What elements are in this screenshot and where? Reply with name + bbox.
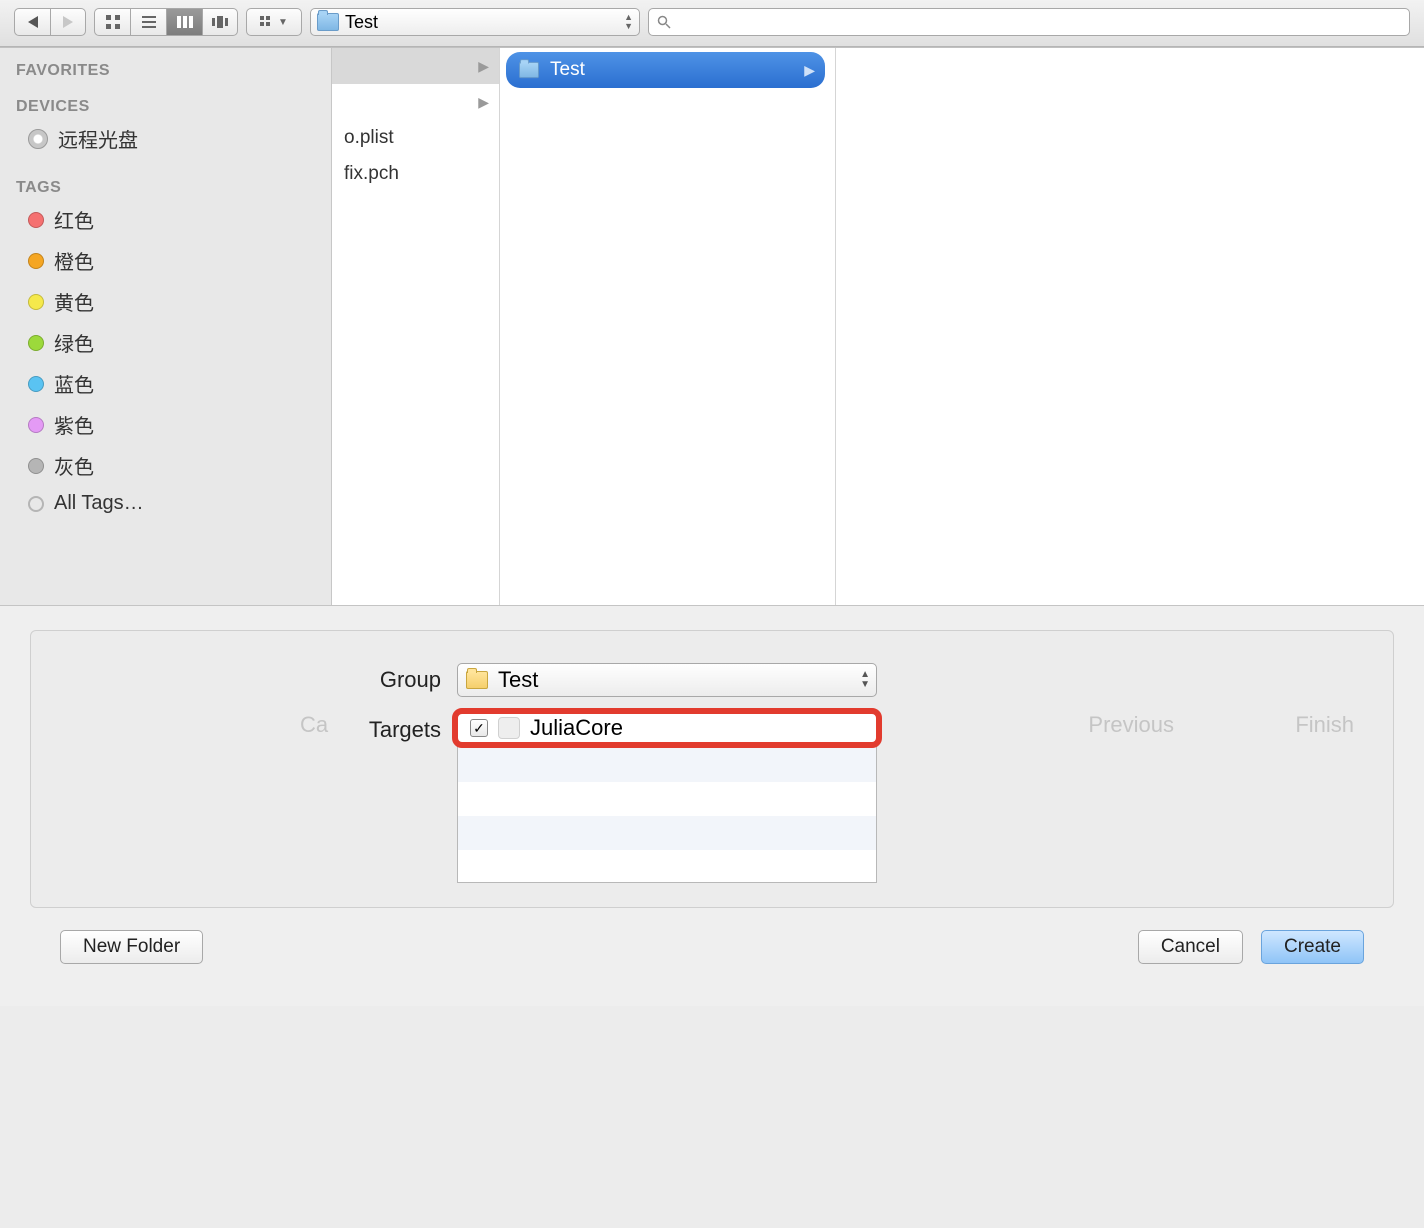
options-card: Group Test ▲▼ Targets ✓ JuliaCore — [30, 630, 1394, 908]
tags-header: TAGS — [0, 173, 331, 199]
checkbox-icon[interactable]: ✓ — [470, 719, 488, 737]
forward-button[interactable] — [50, 8, 86, 36]
grid-icon — [106, 15, 120, 29]
column-2: Test ▶ — [500, 48, 836, 605]
table-row — [458, 782, 876, 816]
sidebar-tag-item[interactable]: 黄色 — [0, 281, 331, 322]
new-folder-button[interactable]: New Folder — [60, 930, 203, 964]
sidebar-tag-item[interactable]: 灰色 — [0, 445, 331, 486]
create-button[interactable]: Create — [1261, 930, 1364, 964]
tag-label: 红色 — [54, 205, 94, 234]
all-tags-icon — [28, 496, 44, 512]
back-button[interactable] — [14, 8, 50, 36]
list-item[interactable]: ▶ — [332, 48, 499, 84]
column-3 — [836, 48, 1424, 605]
tag-dot-icon — [28, 212, 44, 228]
list-item[interactable]: o.plist — [332, 120, 499, 156]
table-row — [458, 748, 876, 782]
footer: New Folder Cancel Create — [30, 908, 1394, 994]
tag-dot-icon — [28, 294, 44, 310]
columns-icon — [177, 16, 193, 28]
sidebar-item-all-tags[interactable]: All Tags… — [0, 486, 331, 521]
product-icon — [498, 717, 520, 739]
tag-dot-icon — [28, 335, 44, 351]
group-row: Group Test ▲▼ — [71, 663, 1353, 697]
path-label: Test — [345, 12, 378, 33]
chevron-right-icon: ▶ — [478, 94, 489, 111]
tag-dot-icon — [28, 376, 44, 392]
list-item-selected[interactable]: Test ▶ — [506, 52, 825, 88]
tag-label: 紫色 — [54, 410, 94, 439]
list-item[interactable]: ▶ — [332, 84, 499, 120]
file-browser: FAVORITES DEVICES 远程光盘 TAGS 红色橙色黄色绿色蓝色紫色… — [0, 47, 1424, 605]
chevron-right-icon: ▶ — [478, 58, 489, 75]
chevron-right-icon: ▶ — [804, 62, 815, 79]
icon-view-button[interactable] — [94, 8, 130, 36]
tag-label: 绿色 — [54, 328, 94, 357]
chevron-down-icon: ▼ — [278, 17, 288, 28]
cancel-button[interactable]: Cancel — [1138, 930, 1243, 964]
tag-label: 橙色 — [54, 246, 94, 275]
tag-dot-icon — [28, 417, 44, 433]
tag-dot-icon — [28, 458, 44, 474]
options-panel: Ca Previous Finish Group Test ▲▼ Targets… — [0, 605, 1424, 1006]
column-view-button[interactable] — [166, 8, 202, 36]
search-icon — [657, 15, 671, 29]
updown-icon: ▲▼ — [624, 13, 633, 31]
nav-buttons — [14, 8, 86, 36]
all-tags-label: All Tags… — [54, 492, 144, 515]
tag-dot-icon — [28, 253, 44, 269]
toolbar: ▼ Test ▲▼ — [0, 0, 1424, 47]
device-label: 远程光盘 — [58, 124, 138, 153]
targets-label: Targets — [71, 713, 441, 743]
group-label: Group — [71, 663, 441, 693]
ghost-previous-text: Previous — [1088, 712, 1174, 738]
search-input[interactable] — [648, 8, 1410, 36]
folder-icon — [317, 13, 339, 31]
tag-label: 黄色 — [54, 287, 94, 316]
devices-header: DEVICES — [0, 92, 331, 118]
target-label: JuliaCore — [530, 715, 623, 741]
list-item[interactable]: fix.pch — [332, 156, 499, 192]
disc-icon — [28, 129, 48, 149]
updown-icon: ▲▼ — [860, 670, 870, 690]
sidebar: FAVORITES DEVICES 远程光盘 TAGS 红色橙色黄色绿色蓝色紫色… — [0, 48, 332, 605]
arrange-button[interactable]: ▼ — [246, 8, 302, 36]
folder-name: Test — [550, 59, 585, 81]
coverflow-icon — [212, 16, 228, 28]
sidebar-tag-item[interactable]: 橙色 — [0, 240, 331, 281]
sidebar-item-remote-disc[interactable]: 远程光盘 — [0, 118, 331, 159]
ghost-cancel-text: Ca — [300, 712, 328, 738]
favorites-header: FAVORITES — [0, 56, 331, 82]
targets-list: ✓ JuliaCore — [457, 713, 877, 883]
triangle-right-icon — [63, 16, 73, 28]
tag-label: 灰色 — [54, 451, 94, 480]
targets-row: Targets ✓ JuliaCore — [71, 713, 1353, 883]
coverflow-view-button[interactable] — [202, 8, 238, 36]
ghost-finish-text: Finish — [1295, 712, 1354, 738]
column-1: ▶ ▶ o.plist fix.pch — [332, 48, 500, 605]
sidebar-tag-item[interactable]: 绿色 — [0, 322, 331, 363]
sidebar-tag-item[interactable]: 紫色 — [0, 404, 331, 445]
sidebar-tag-item[interactable]: 红色 — [0, 199, 331, 240]
group-dropdown[interactable]: Test ▲▼ — [457, 663, 877, 697]
triangle-left-icon — [28, 16, 38, 28]
folder-icon — [519, 62, 539, 78]
folder-icon — [466, 671, 488, 689]
table-row — [458, 816, 876, 850]
view-mode-buttons — [94, 8, 238, 36]
list-icon — [142, 16, 156, 28]
sidebar-tag-item[interactable]: 蓝色 — [0, 363, 331, 404]
list-view-button[interactable] — [130, 8, 166, 36]
group-value: Test — [498, 667, 538, 693]
target-item-juliacore[interactable]: ✓ JuliaCore — [452, 708, 882, 748]
grid-small-icon — [260, 16, 274, 28]
tag-label: 蓝色 — [54, 369, 94, 398]
path-dropdown[interactable]: Test ▲▼ — [310, 8, 640, 36]
